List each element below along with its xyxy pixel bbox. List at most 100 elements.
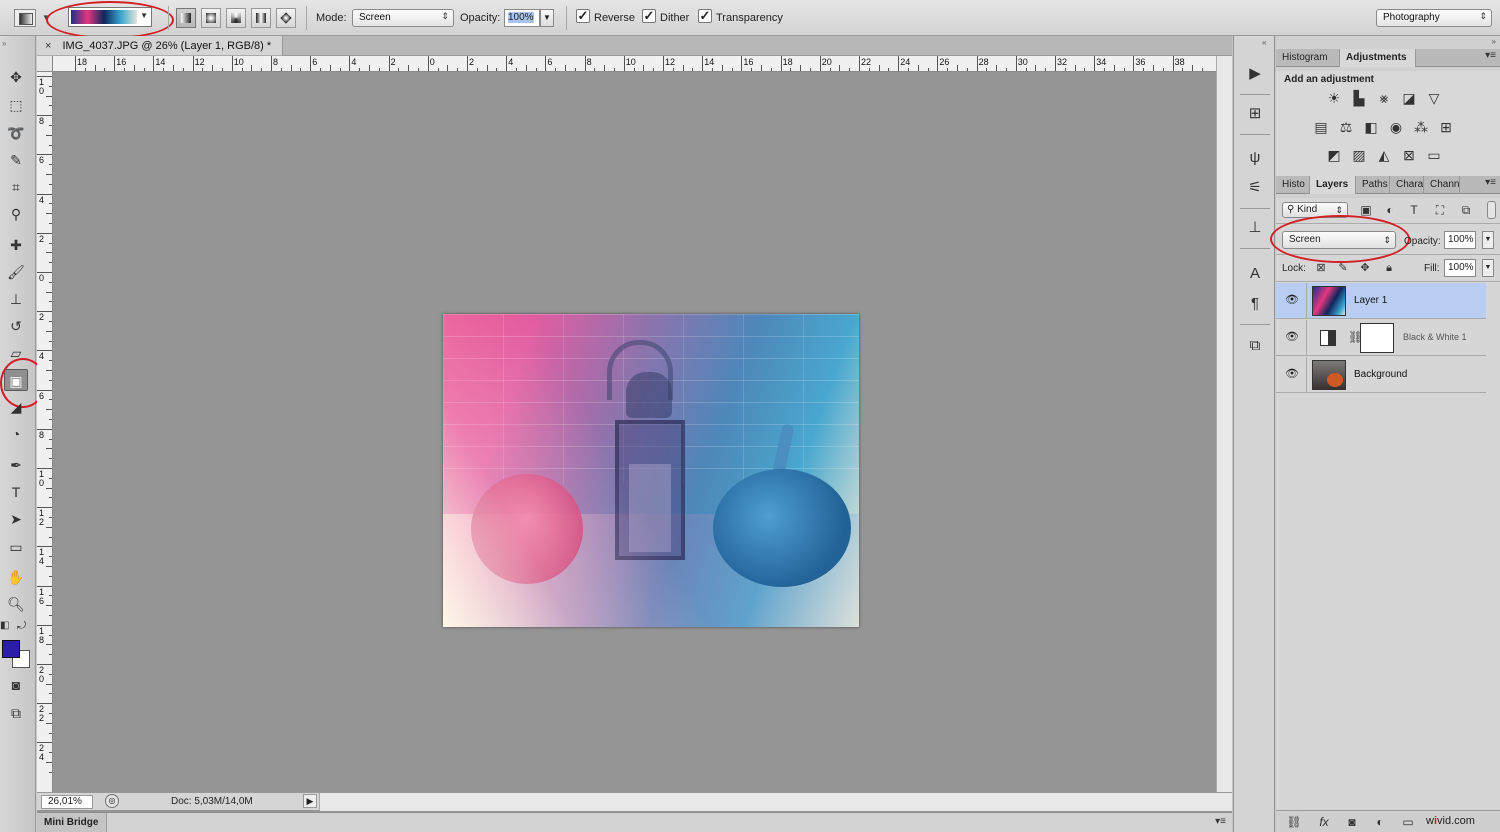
status-menu-arrow-icon[interactable]: ▶ — [303, 794, 317, 808]
eyedropper-tool-icon[interactable]: ⚲ — [4, 203, 28, 225]
threshold-icon[interactable]: ◭ — [1374, 145, 1394, 165]
diamond-gradient-button[interactable] — [276, 8, 296, 28]
lock-position-icon[interactable]: ✥ — [1358, 261, 1372, 275]
clone-stamp-tool-icon[interactable]: ⊥ — [4, 288, 28, 310]
invert-icon[interactable]: ◩ — [1324, 145, 1344, 165]
tab-history[interactable]: Histo — [1276, 176, 1310, 194]
adjustment-layer-add-icon[interactable]: ◐ — [1372, 814, 1388, 830]
linear-gradient-button[interactable] — [176, 8, 196, 28]
document-tab[interactable]: × IMG_4037.JPG @ 26% (Layer 1, RGB/8) * — [37, 36, 283, 56]
marquee-tool-icon[interactable]: ⬚ — [4, 94, 28, 116]
expand-icon[interactable]: » — [1492, 37, 1496, 46]
curves-icon[interactable]: ⨳ — [1374, 88, 1394, 108]
move-tool-icon[interactable]: ✥ — [4, 66, 28, 88]
tool-presets-icon[interactable]: ⚟ — [1245, 178, 1265, 198]
blur-tool-icon[interactable]: ◢ — [4, 396, 28, 418]
brush-tool-icon[interactable]: 🖌 — [4, 261, 28, 283]
healing-brush-tool-icon[interactable]: ✚ — [4, 234, 28, 256]
type-tool-icon[interactable]: T — [4, 481, 28, 503]
brushes-icon[interactable]: ψ — [1245, 148, 1265, 168]
panel-grip-icon[interactable]: » — [2, 39, 6, 48]
swap-colors-icon[interactable]: ⤾ — [17, 620, 26, 633]
dither-checkbox[interactable]: ✓ — [642, 9, 656, 23]
new-group-folder-icon[interactable]: ▭ — [1400, 814, 1416, 830]
gradient-map-icon[interactable]: ▭ — [1424, 145, 1444, 165]
quick-mask-icon[interactable]: ◙ — [4, 674, 28, 696]
layer-row-black-white-1[interactable]: 👁︎ ⛓ Black & White 1 — [1276, 320, 1486, 356]
dodge-tool-icon[interactable]: ◔ — [4, 423, 28, 445]
transparency-checkbox[interactable]: ✓ — [698, 9, 712, 23]
document-image[interactable] — [443, 314, 859, 627]
tab-adjustments[interactable]: Adjustments — [1340, 49, 1416, 67]
radial-gradient-button[interactable] — [201, 8, 221, 28]
lock-transparent-icon[interactable]: ⊠ — [1314, 261, 1328, 275]
adjustment-filter-icon[interactable]: ◐ — [1382, 202, 1398, 218]
zoom-input[interactable]: 26,01% — [41, 795, 93, 809]
lasso-tool-icon[interactable]: ➰ — [4, 122, 28, 144]
vertical-scrollbar[interactable] — [1216, 56, 1232, 792]
ruler-origin[interactable] — [37, 56, 53, 72]
quick-selection-tool-icon[interactable]: ✎ — [4, 149, 28, 171]
reflected-gradient-button[interactable] — [251, 8, 271, 28]
pen-tool-icon[interactable]: ✒ — [4, 454, 28, 476]
hand-tool-icon[interactable]: ✋ — [4, 566, 28, 588]
panel-menu-icon[interactable]: ▾≡ — [1215, 816, 1226, 827]
default-colors-icon[interactable]: ◧ — [0, 620, 9, 631]
layer-name[interactable]: Background — [1354, 369, 1407, 380]
layer-opacity-dropdown[interactable]: ▼ — [1482, 231, 1494, 249]
link-layers-icon[interactable]: ⛓ — [1286, 814, 1302, 830]
layer-row-background[interactable]: 👁︎ Background — [1276, 357, 1486, 393]
layer-name[interactable]: Black & White 1 — [1403, 332, 1467, 342]
paragraph-icon[interactable]: ¶ — [1245, 294, 1265, 314]
shape-filter-icon[interactable]: ⛶ — [1432, 202, 1448, 218]
brush-presets-icon[interactable]: ⊞ — [1245, 104, 1265, 124]
vertical-ruler[interactable]: 108642024681012141618202224 — [37, 72, 53, 792]
tab-layers[interactable]: Layers — [1310, 176, 1356, 194]
layer-row-layer-1[interactable]: 👁︎ Layer 1 — [1276, 283, 1486, 319]
vibrance-icon[interactable]: ▽ — [1424, 88, 1444, 108]
mode-select[interactable]: Screen ⇕ — [352, 9, 454, 27]
canvas-pasteboard[interactable] — [53, 73, 1216, 792]
tab-character[interactable]: Chara — [1390, 176, 1424, 194]
layer-name[interactable]: Layer 1 — [1354, 295, 1387, 306]
angle-gradient-button[interactable] — [226, 8, 246, 28]
type-filter-icon[interactable]: T — [1406, 202, 1422, 218]
play-actions-icon[interactable]: ▶ — [1245, 64, 1265, 84]
fill-dropdown[interactable]: ▼ — [1482, 259, 1494, 277]
mini-bridge-tab[interactable]: Mini Bridge — [37, 813, 107, 832]
workspace-select[interactable]: Photography ⇕ — [1376, 9, 1492, 27]
brightness-contrast-icon[interactable]: ☀ — [1324, 88, 1344, 108]
tab-channels[interactable]: Chann — [1424, 176, 1460, 194]
panel-menu-icon[interactable]: ▾≡ — [1485, 50, 1496, 61]
clone-source-icon[interactable]: ⊥ — [1245, 218, 1265, 238]
foreground-color-swatch[interactable] — [2, 640, 20, 658]
reverse-checkbox[interactable]: ✓ — [576, 9, 590, 23]
tab-paths[interactable]: Paths — [1356, 176, 1390, 194]
status-info-icon[interactable]: ◎ — [105, 794, 119, 808]
horizontal-ruler[interactable]: 1816141210864202468101214161820222426283… — [53, 56, 1216, 72]
color-balance-icon[interactable]: ⚖ — [1336, 117, 1356, 137]
opacity-dropdown-button[interactable]: ▼ — [540, 9, 554, 27]
tool-preset-picker[interactable] — [14, 9, 36, 27]
layer-opacity-input[interactable]: 100% — [1444, 231, 1476, 249]
selective-color-icon[interactable]: ⊠ — [1399, 145, 1419, 165]
exposure-icon[interactable]: ◪ — [1399, 88, 1419, 108]
path-selection-tool-icon[interactable]: ➤ — [4, 508, 28, 530]
eye-icon[interactable]: 👁︎ — [1284, 368, 1300, 380]
close-icon[interactable]: × — [45, 40, 51, 52]
layer-mask-thumbnail[interactable] — [1360, 323, 1394, 353]
collapse-icon[interactable]: « — [1262, 38, 1266, 47]
history-brush-tool-icon[interactable]: ↺ — [4, 315, 28, 337]
character-icon[interactable]: A — [1245, 264, 1265, 284]
lock-image-icon[interactable]: ✎ — [1336, 261, 1350, 275]
shape-tool-icon[interactable]: ▭ — [4, 536, 28, 558]
zoom-tool-icon[interactable]: 🔍︎ — [4, 593, 28, 615]
fill-input[interactable]: 100% — [1444, 259, 1476, 277]
black-white-icon[interactable]: ◧ — [1361, 117, 1381, 137]
tab-histogram[interactable]: Histogram — [1276, 49, 1340, 67]
panel-menu-icon[interactable]: ▾≡ — [1485, 177, 1496, 188]
horizontal-scrollbar[interactable] — [319, 793, 1232, 811]
layer-comps-icon[interactable]: ⧉ — [1245, 336, 1265, 356]
eye-icon[interactable]: 👁︎ — [1284, 294, 1300, 306]
lock-all-icon[interactable]: 🔒︎ — [1382, 261, 1396, 275]
